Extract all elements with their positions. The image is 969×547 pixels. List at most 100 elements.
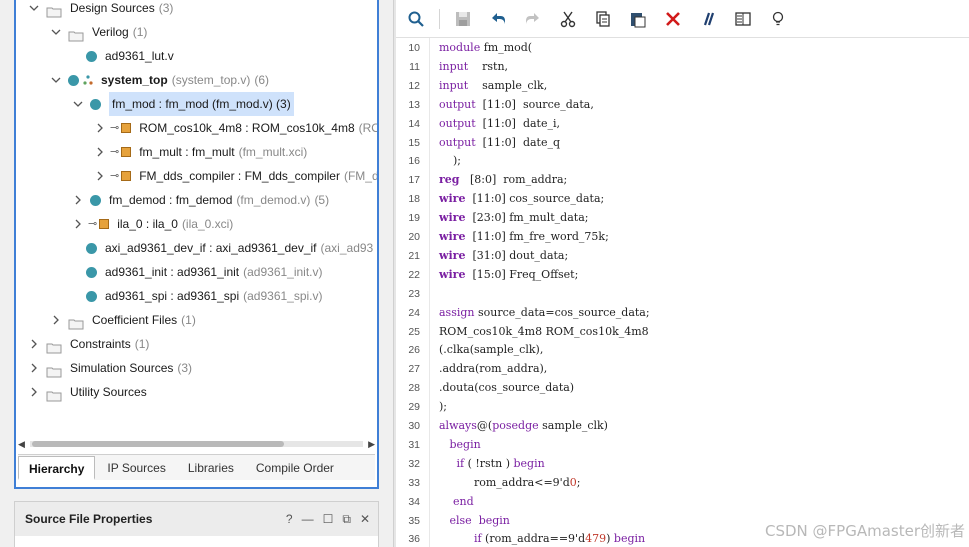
copy-icon[interactable] bbox=[591, 7, 615, 31]
code-line[interactable]: output [11:0] date_q bbox=[439, 136, 560, 149]
chevron-right-icon[interactable] bbox=[72, 218, 84, 230]
code-line[interactable]: reg [8:0] rom_addra; bbox=[439, 173, 567, 186]
code-line[interactable]: output [11:0] source_data, bbox=[439, 98, 594, 111]
tree-item-constraints[interactable]: Constraints (1) bbox=[28, 332, 149, 356]
chevron-right-icon[interactable] bbox=[94, 170, 106, 182]
code-line[interactable]: module fm_mod( bbox=[439, 41, 532, 54]
minimize-icon[interactable]: — bbox=[302, 512, 314, 527]
tree-item-coefficient-files[interactable]: Coefficient Files (1) bbox=[50, 308, 196, 332]
tree-item-simulation-sources[interactable]: Simulation Sources (3) bbox=[28, 356, 192, 380]
tree-item-ad9361-spi[interactable]: ad9361_spi : ad9361_spi (ad9361_spi.v) bbox=[80, 284, 323, 308]
chevron-down-icon[interactable] bbox=[72, 98, 84, 110]
float-icon[interactable]: ⧉ bbox=[342, 512, 351, 527]
cut-icon[interactable] bbox=[556, 7, 580, 31]
source-file-properties-panel: Source File Properties ? — ☐ ⧉ ✕ bbox=[14, 501, 379, 547]
chevron-right-icon[interactable] bbox=[50, 314, 62, 326]
tree-label: ad9361_init : ad9361_init bbox=[105, 265, 240, 279]
tree-count: (1) bbox=[134, 337, 150, 351]
tree-item-axi-ad9361[interactable]: axi_ad9361_dev_if : axi_ad9361_dev_if (a… bbox=[80, 236, 373, 260]
chevron-down-icon[interactable] bbox=[28, 2, 40, 14]
verilog-file-icon bbox=[90, 98, 101, 110]
code-line[interactable]: else begin bbox=[439, 514, 510, 527]
watermark: CSDN @FPGAmaster创新者 bbox=[765, 522, 965, 540]
code-line[interactable]: assign source_data=cos_source_data; bbox=[439, 306, 650, 319]
maximize-icon[interactable]: ☐ bbox=[323, 512, 334, 527]
code-line[interactable]: wire [31:0] dout_data; bbox=[439, 249, 568, 262]
code-line[interactable]: begin bbox=[439, 438, 481, 451]
line-number: 35 bbox=[408, 514, 420, 527]
code-line[interactable]: wire [11:0] fm_fre_word_75k; bbox=[439, 230, 609, 243]
code-line[interactable]: .douta(cos_source_data) bbox=[439, 381, 574, 394]
chevron-right-icon[interactable] bbox=[94, 122, 106, 134]
help-icon[interactable]: ? bbox=[286, 512, 293, 527]
comment-icon[interactable] bbox=[696, 7, 720, 31]
folder-icon bbox=[68, 314, 84, 330]
tree-item-ad9361-lut[interactable]: ad9361_lut.v bbox=[80, 44, 174, 68]
gutter-line bbox=[429, 38, 430, 547]
folder-icon bbox=[46, 338, 62, 354]
tree-item-rom-cos[interactable]: ⊸ ROM_cos10k_4m8 : ROM_cos10k_4m8 (RO bbox=[94, 116, 377, 140]
code-line[interactable]: wire [11:0] cos_source_data; bbox=[439, 192, 604, 205]
tree-item-verilog[interactable]: Verilog (1) bbox=[50, 20, 147, 44]
tree-item-ila-0[interactable]: ⊸ ila_0 : ila_0 (ila_0.xci) bbox=[72, 212, 233, 236]
chevron-right-icon[interactable] bbox=[72, 194, 84, 206]
chevron-right-icon[interactable] bbox=[28, 362, 40, 374]
tree-item-fm-dds[interactable]: ⊸ FM_dds_compiler : FM_dds_compiler (FM_… bbox=[94, 164, 377, 188]
code-line[interactable]: if (rom_addra==9'd479) begin bbox=[439, 532, 645, 545]
code-line[interactable]: end bbox=[439, 495, 474, 508]
columns-icon[interactable] bbox=[731, 7, 755, 31]
line-number: 28 bbox=[408, 382, 420, 395]
ip-core-icon: ⊸ bbox=[88, 212, 110, 236]
code-line[interactable]: .addra(rom_addra), bbox=[439, 362, 547, 375]
code-line[interactable]: input rstn, bbox=[439, 60, 508, 73]
tree-item-utility-sources[interactable]: Utility Sources bbox=[28, 380, 147, 404]
tree-file: (fm_demod.v) bbox=[236, 193, 311, 207]
code-line[interactable]: ); bbox=[439, 154, 461, 167]
line-number: 12 bbox=[408, 79, 420, 92]
code-line[interactable]: rom_addra<=9'd0; bbox=[439, 476, 581, 489]
tree-item-ad9361-init[interactable]: ad9361_init : ad9361_init (ad9361_init.v… bbox=[80, 260, 323, 284]
chevron-down-icon[interactable] bbox=[50, 74, 62, 86]
code-line[interactable]: always@(posedge sample_clk) bbox=[439, 419, 608, 432]
lightbulb-icon[interactable] bbox=[766, 7, 790, 31]
undo-icon[interactable] bbox=[486, 7, 510, 31]
tree-item-fm-demod[interactable]: fm_demod : fm_demod (fm_demod.v) (5) bbox=[72, 188, 329, 212]
tree-item-fm-mult[interactable]: ⊸ fm_mult : fm_mult (fm_mult.xci) bbox=[94, 140, 307, 164]
chevron-right-icon[interactable] bbox=[28, 338, 40, 350]
code-line[interactable]: wire [23:0] fm_mult_data; bbox=[439, 211, 588, 224]
code-line[interactable]: ROM_cos10k_4m8 ROM_cos10k_4m8 bbox=[439, 325, 649, 338]
chevron-right-icon[interactable] bbox=[94, 146, 106, 158]
scrollbar-thumb[interactable] bbox=[32, 441, 284, 447]
code-line[interactable]: if ( !rstn ) begin bbox=[439, 457, 544, 470]
chevron-right-icon[interactable] bbox=[28, 386, 40, 398]
line-number: 15 bbox=[408, 136, 420, 149]
horizontal-scrollbar[interactable]: ◀ ▶ bbox=[18, 438, 375, 450]
code-line[interactable]: wire [15:0] Freq_Offset; bbox=[439, 268, 578, 281]
tab-hierarchy[interactable]: Hierarchy bbox=[18, 456, 96, 480]
tree-label: ROM_cos10k_4m8 : ROM_cos10k_4m8 bbox=[139, 121, 355, 135]
tree-item-design-sources[interactable]: Design Sources (3) bbox=[28, 0, 173, 20]
code-area[interactable]: 10 11 12 13 14 15 16 17 18 19 20 21 22 23 24 25 26 27 28 29… bbox=[396, 38, 969, 547]
paste-icon[interactable] bbox=[626, 7, 650, 31]
ip-core-icon: ⊸ bbox=[110, 116, 132, 140]
redo-icon[interactable] bbox=[521, 7, 545, 31]
code-line[interactable]: output [11:0] date_i, bbox=[439, 117, 560, 130]
scroll-left-icon[interactable]: ◀ bbox=[18, 438, 25, 450]
line-number: 17 bbox=[408, 174, 420, 187]
tree-item-fm-mod[interactable]: fm_mod : fm_mod (fm_mod.v) (3) bbox=[72, 92, 294, 116]
code-line[interactable]: input sample_clk, bbox=[439, 79, 547, 92]
code-line[interactable]: (.clka(sample_clk), bbox=[439, 343, 543, 356]
search-icon[interactable] bbox=[404, 7, 428, 31]
tab-ip-sources[interactable]: IP Sources bbox=[97, 456, 175, 480]
folder-icon bbox=[46, 386, 62, 402]
line-number: 21 bbox=[408, 249, 420, 262]
code-line[interactable]: ); bbox=[439, 400, 447, 413]
close-icon[interactable]: ✕ bbox=[360, 512, 370, 527]
tab-compile-order[interactable]: Compile Order bbox=[246, 456, 344, 480]
chevron-down-icon[interactable] bbox=[50, 26, 62, 38]
delete-icon[interactable] bbox=[661, 7, 685, 31]
scroll-right-icon[interactable]: ▶ bbox=[368, 438, 375, 450]
tab-libraries[interactable]: Libraries bbox=[178, 456, 244, 480]
save-icon[interactable] bbox=[451, 7, 475, 31]
tree-item-system-top[interactable]: system_top (system_top.v) (6) bbox=[50, 68, 269, 92]
